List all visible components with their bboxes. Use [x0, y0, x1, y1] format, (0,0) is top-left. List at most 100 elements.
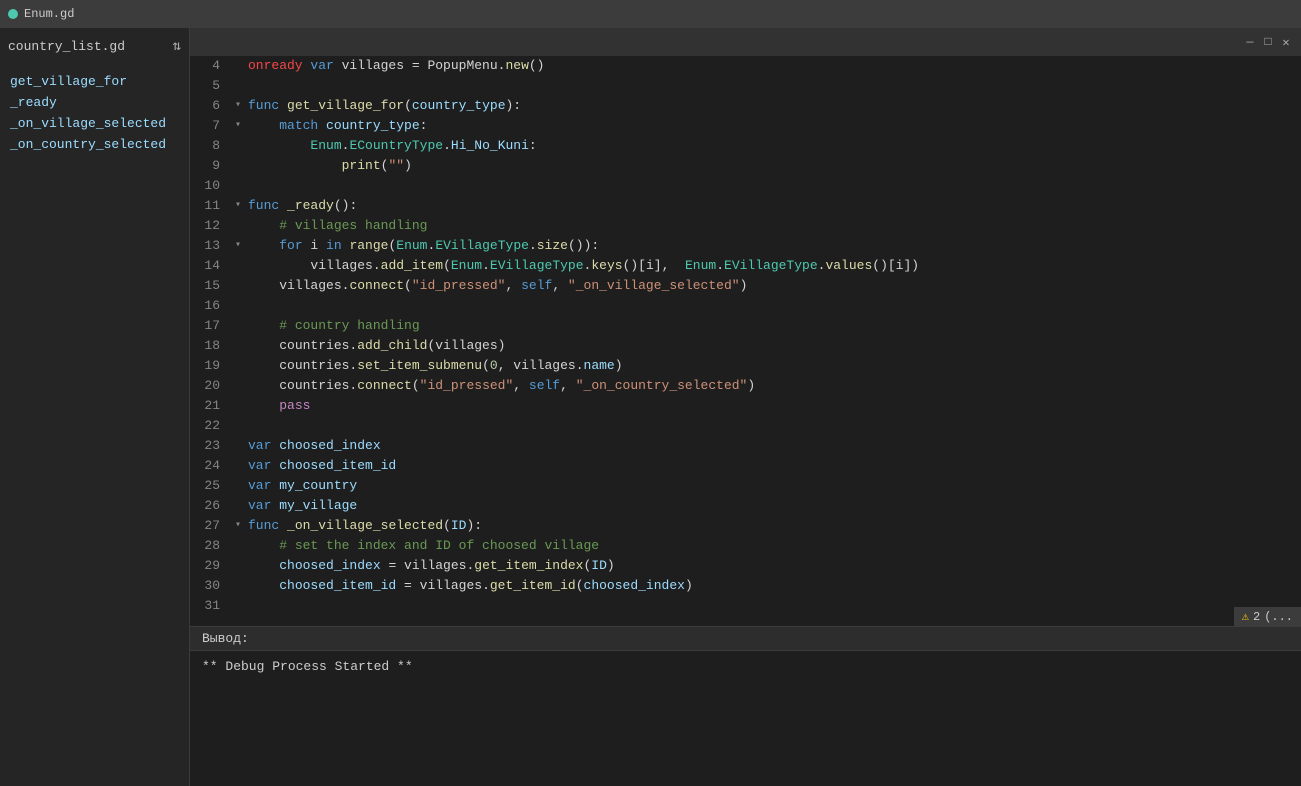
- line-number: 20: [190, 376, 230, 396]
- code-line-5: 5: [190, 76, 1301, 96]
- line-number: 30: [190, 576, 230, 596]
- line-number: 23: [190, 436, 230, 456]
- fold-arrow[interactable]: ▾: [230, 236, 246, 256]
- code-line-21: 21 pass: [190, 396, 1301, 416]
- window-chrome: — □ ✕: [190, 28, 1301, 56]
- code-content: func _ready():: [246, 196, 1301, 216]
- line-number: 28: [190, 536, 230, 556]
- line-number: 26: [190, 496, 230, 516]
- warning-count: 2: [1253, 610, 1260, 624]
- line-number: 15: [190, 276, 230, 296]
- line-number: 17: [190, 316, 230, 336]
- code-line-6: 6▾func get_village_for(country_type):: [190, 96, 1301, 116]
- code-content: Enum.ECountryType.Hi_No_Kuni:: [246, 136, 1301, 156]
- line-number: 4: [190, 56, 230, 76]
- sidebar-method-_ready[interactable]: _ready: [0, 92, 189, 113]
- fold-arrow[interactable]: ▾: [230, 96, 246, 116]
- code-content: # set the index and ID of choosed villag…: [246, 536, 1301, 556]
- code-line-26: 26 var my_village: [190, 496, 1301, 516]
- line-number: 11: [190, 196, 230, 216]
- app-title-text: Enum.gd: [24, 7, 74, 21]
- sort-icon[interactable]: ⇅: [173, 38, 181, 55]
- sidebar-method-_on_country_selected[interactable]: _on_country_selected: [0, 134, 189, 155]
- output-text: ** Debug Process Started **: [202, 659, 413, 674]
- output-content: ** Debug Process Started **: [190, 651, 1301, 786]
- code-line-18: 18 countries.add_child(villages): [190, 336, 1301, 356]
- line-number: 22: [190, 416, 230, 436]
- editor-area: — □ ✕ 4onready var villages = PopupMenu.…: [190, 28, 1301, 626]
- code-content: countries.connect("id_pressed", self, "_…: [246, 376, 1301, 396]
- code-content: [246, 296, 1301, 316]
- code-line-25: 25var my_country: [190, 476, 1301, 496]
- line-number: 13: [190, 236, 230, 256]
- code-scroll[interactable]: 4onready var villages = PopupMenu.new()5…: [190, 56, 1301, 626]
- code-line-31: 31: [190, 596, 1301, 616]
- code-content: villages.add_item(Enum.EVillageType.keys…: [246, 256, 1301, 276]
- warning-icon: ⚠: [1242, 609, 1249, 624]
- app-icon: [8, 9, 18, 19]
- code-content: [246, 596, 1301, 616]
- minimize-button[interactable]: —: [1243, 35, 1257, 49]
- warning-extra: (...: [1264, 610, 1293, 624]
- code-content: pass: [246, 396, 1301, 416]
- output-header: Вывод:: [190, 627, 1301, 651]
- code-content: [246, 416, 1301, 436]
- code-line-30: 30 choosed_item_id = villages.get_item_i…: [190, 576, 1301, 596]
- fold-arrow[interactable]: ▾: [230, 196, 246, 216]
- code-line-4: 4onready var villages = PopupMenu.new(): [190, 56, 1301, 76]
- code-content: choosed_index = villages.get_item_index(…: [246, 556, 1301, 576]
- line-number: 16: [190, 296, 230, 316]
- line-number: 5: [190, 76, 230, 96]
- code-content: for i in range(Enum.EVillageType.size())…: [246, 236, 1301, 256]
- code-line-24: 24var choosed_item_id: [190, 456, 1301, 476]
- code-content: # country handling: [246, 316, 1301, 336]
- sidebar-file-item[interactable]: country_list.gd ⇅: [0, 34, 189, 59]
- code-line-10: 10: [190, 176, 1301, 196]
- code-lines: 4onready var villages = PopupMenu.new()5…: [190, 56, 1301, 616]
- app-title: Enum.gd: [8, 7, 74, 21]
- code-content: var choosed_index: [246, 436, 1301, 456]
- line-number: 31: [190, 596, 230, 616]
- code-line-14: 14 villages.add_item(Enum.EVillageType.k…: [190, 256, 1301, 276]
- line-number: 18: [190, 336, 230, 356]
- warning-bar: ⚠ 2 (...: [1234, 607, 1301, 626]
- line-number: 12: [190, 216, 230, 236]
- line-number: 29: [190, 556, 230, 576]
- code-line-11: 11▾func _ready():: [190, 196, 1301, 216]
- maximize-button[interactable]: □: [1261, 35, 1275, 49]
- line-number: 27: [190, 516, 230, 536]
- main-layout: country_list.gd ⇅ get_village_for_ready_…: [0, 28, 1301, 786]
- code-content: func get_village_for(country_type):: [246, 96, 1301, 116]
- sidebar-methods-section: get_village_for_ready_on_village_selecte…: [0, 65, 189, 161]
- code-line-20: 20 countries.connect("id_pressed", self,…: [190, 376, 1301, 396]
- code-content: func _on_village_selected(ID):: [246, 516, 1301, 536]
- fold-arrow[interactable]: ▾: [230, 516, 246, 536]
- sidebar-method-get_village_for[interactable]: get_village_for: [0, 71, 189, 92]
- output-panel: Вывод: ** Debug Process Started **: [190, 626, 1301, 786]
- code-content: match country_type:: [246, 116, 1301, 136]
- code-line-9: 9 print(""): [190, 156, 1301, 176]
- code-content: choosed_item_id = villages.get_item_id(c…: [246, 576, 1301, 596]
- sidebar-file-section: country_list.gd ⇅: [0, 28, 189, 65]
- code-content: # villages handling: [246, 216, 1301, 236]
- line-number: 14: [190, 256, 230, 276]
- code-content: villages.connect("id_pressed", self, "_o…: [246, 276, 1301, 296]
- code-content: countries.add_child(villages): [246, 336, 1301, 356]
- code-content: var my_village: [246, 496, 1301, 516]
- code-line-19: 19 countries.set_item_submenu(0, village…: [190, 356, 1301, 376]
- code-line-15: 15 villages.connect("id_pressed", self, …: [190, 276, 1301, 296]
- fold-arrow[interactable]: ▾: [230, 116, 246, 136]
- code-line-17: 17 # country handling: [190, 316, 1301, 336]
- code-content: [246, 176, 1301, 196]
- sidebar-filename: country_list.gd: [8, 39, 125, 54]
- code-content: [246, 76, 1301, 96]
- close-button[interactable]: ✕: [1279, 35, 1293, 49]
- line-number: 7: [190, 116, 230, 136]
- line-number: 19: [190, 356, 230, 376]
- code-content: countries.set_item_submenu(0, villages.n…: [246, 356, 1301, 376]
- sidebar: country_list.gd ⇅ get_village_for_ready_…: [0, 28, 190, 786]
- output-title: Вывод:: [202, 631, 249, 646]
- code-content: var choosed_item_id: [246, 456, 1301, 476]
- code-line-27: 27▾func _on_village_selected(ID):: [190, 516, 1301, 536]
- sidebar-method-_on_village_selected[interactable]: _on_village_selected: [0, 113, 189, 134]
